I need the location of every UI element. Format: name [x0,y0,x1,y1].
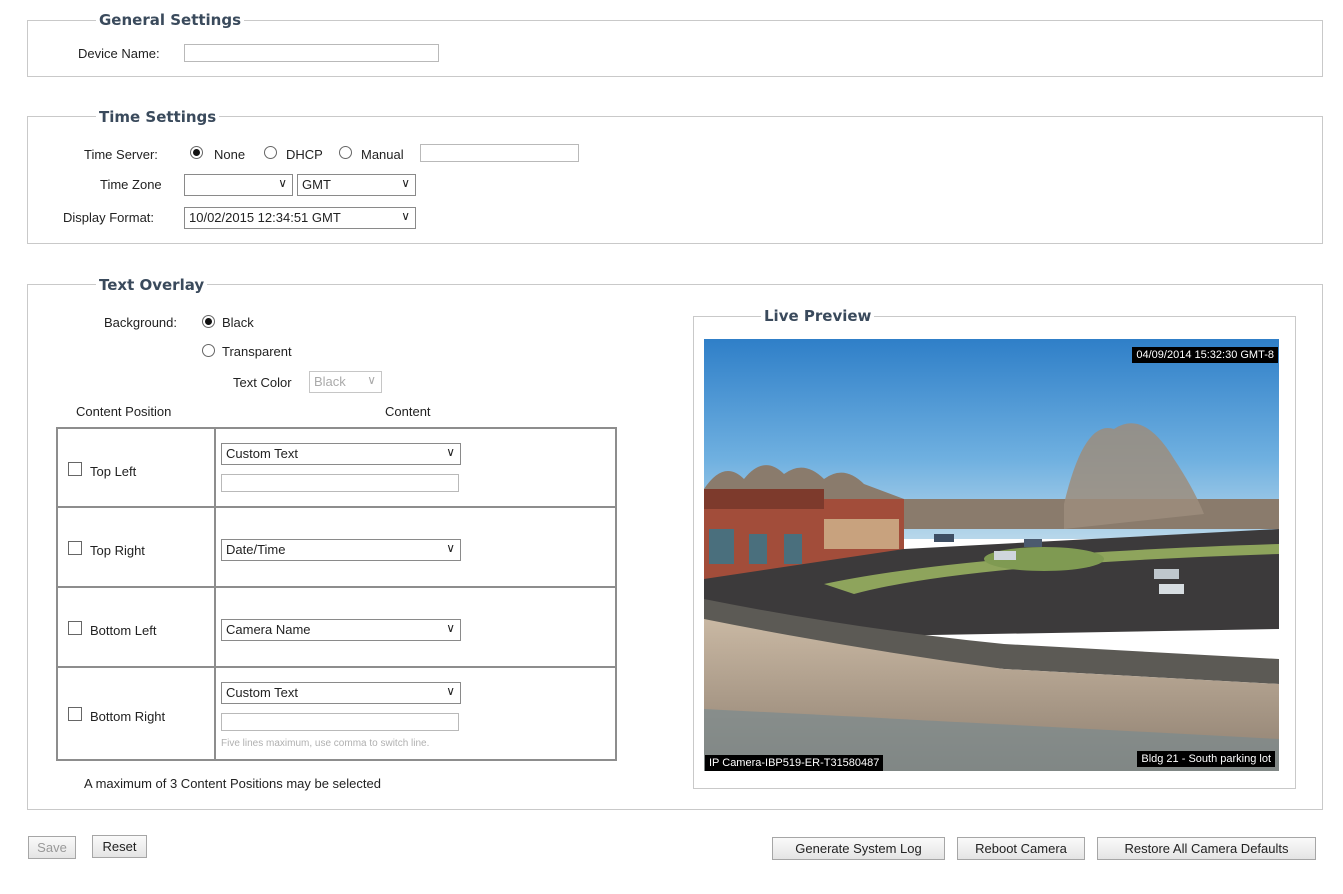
time-server-none-label: None [214,147,246,162]
top-right-label: Top Right [90,543,145,558]
bottom-right-content-select[interactable]: Custom Text ∨ [221,682,461,704]
background-transparent-label: Transparent [222,344,292,359]
time-zone-region-select[interactable]: ∨ [184,174,293,196]
preview-datetime-overlay: 04/09/2014 15:32:30 GMT-8 [1132,347,1278,363]
position-cell: Top Right [56,506,216,588]
save-button[interactable]: Save [28,836,76,859]
max-positions-note: A maximum of 3 Content Positions may be … [84,776,381,791]
content-position-table: Top Left Custom Text ∨ Top Right Date/Ti… [56,427,617,761]
manual-time-server-input[interactable] [420,144,579,162]
reset-button[interactable]: Reset [92,835,147,858]
bottom-right-content-value: Custom Text [226,685,299,700]
background-black-radio[interactable] [202,315,215,328]
chevron-down-icon: ∨ [278,176,287,190]
chevron-down-icon: ∨ [401,209,410,223]
content-cell: Custom Text ∨ [214,427,617,508]
top-left-content-select[interactable]: Custom Text ∨ [221,443,461,465]
top-left-custom-text-input[interactable] [221,474,459,492]
generate-system-log-button[interactable]: Generate System Log [772,837,945,860]
position-cell: Bottom Right [56,666,216,761]
text-color-value: Black [314,374,346,389]
chevron-down-icon: ∨ [446,445,455,459]
top-right-content-select[interactable]: Date/Time ∨ [221,539,461,561]
display-format-label: Display Format: [63,210,155,225]
content-header: Content [385,404,431,419]
time-zone-label: Time Zone [100,177,162,192]
text-color-label: Text Color [233,375,292,390]
text-overlay-title: Text Overlay [96,276,208,294]
top-left-content-value: Custom Text [226,446,299,461]
camera-scene [704,339,1279,771]
display-format-select[interactable]: 10/02/2015 12:34:51 GMT ∨ [184,207,416,229]
background-label: Background: [104,315,177,330]
time-server-label: Time Server: [84,147,158,162]
top-left-label: Top Left [90,464,137,479]
text-color-select: Black ∨ [309,371,382,393]
position-cell: Bottom Left [56,586,216,668]
table-row: Bottom Left Camera Name ∨ [56,586,617,668]
chevron-down-icon: ∨ [367,373,376,387]
reboot-camera-button[interactable]: Reboot Camera [957,837,1085,860]
time-server-manual-label: Manual [361,147,404,162]
content-cell: Date/Time ∨ [214,506,617,588]
device-name-label: Device Name: [78,46,160,61]
preview-custom-text-overlay: Bldg 21 - South parking lot [1137,751,1275,767]
content-cell: Camera Name ∨ [214,586,617,668]
content-position-header: Content Position [76,404,172,419]
bottom-left-checkbox[interactable] [68,621,82,635]
top-right-checkbox[interactable] [68,541,82,555]
table-row: Bottom Right Custom Text ∨ Five lines ma… [56,666,617,761]
bottom-right-checkbox[interactable] [68,707,82,721]
bottom-left-content-value: Camera Name [226,622,311,637]
live-preview-image: 04/09/2014 15:32:30 GMT-8 IP Camera-IBP5… [704,339,1279,771]
bottom-right-custom-text-input[interactable] [221,713,459,731]
background-black-label: Black [222,315,254,330]
time-zone-offset-select[interactable]: GMT ∨ [297,174,416,196]
content-cell: Custom Text ∨ Five lines maximum, use co… [214,666,617,761]
top-right-content-value: Date/Time [226,542,286,557]
bottom-left-content-select[interactable]: Camera Name ∨ [221,619,461,641]
time-server-dhcp-radio[interactable] [264,146,277,159]
top-left-checkbox[interactable] [68,462,82,476]
time-server-dhcp-label: DHCP [286,147,323,162]
chevron-down-icon: ∨ [446,621,455,635]
time-zone-offset-value: GMT [302,177,331,192]
restore-defaults-button[interactable]: Restore All Camera Defaults [1097,837,1316,860]
bottom-right-label: Bottom Right [90,709,166,724]
time-server-manual-radio[interactable] [339,146,352,159]
position-cell: Top Left [56,427,216,508]
custom-text-hint: Five lines maximum, use comma to switch … [221,738,430,749]
chevron-down-icon: ∨ [446,541,455,555]
live-preview-title: Live Preview [761,307,875,325]
time-settings-title: Time Settings [96,108,220,126]
background-transparent-radio[interactable] [202,344,215,357]
device-name-input[interactable] [184,44,439,62]
table-row: Top Right Date/Time ∨ [56,506,617,588]
preview-camera-name-overlay: IP Camera-IBP519-ER-T31580487 [705,755,884,771]
display-format-value: 10/02/2015 12:34:51 GMT [189,210,341,225]
bottom-left-label: Bottom Left [90,623,157,638]
time-server-none-radio[interactable] [190,146,203,159]
general-settings-title: General Settings [96,11,245,29]
chevron-down-icon: ∨ [446,684,455,698]
table-row: Top Left Custom Text ∨ [56,427,617,508]
chevron-down-icon: ∨ [401,176,410,190]
